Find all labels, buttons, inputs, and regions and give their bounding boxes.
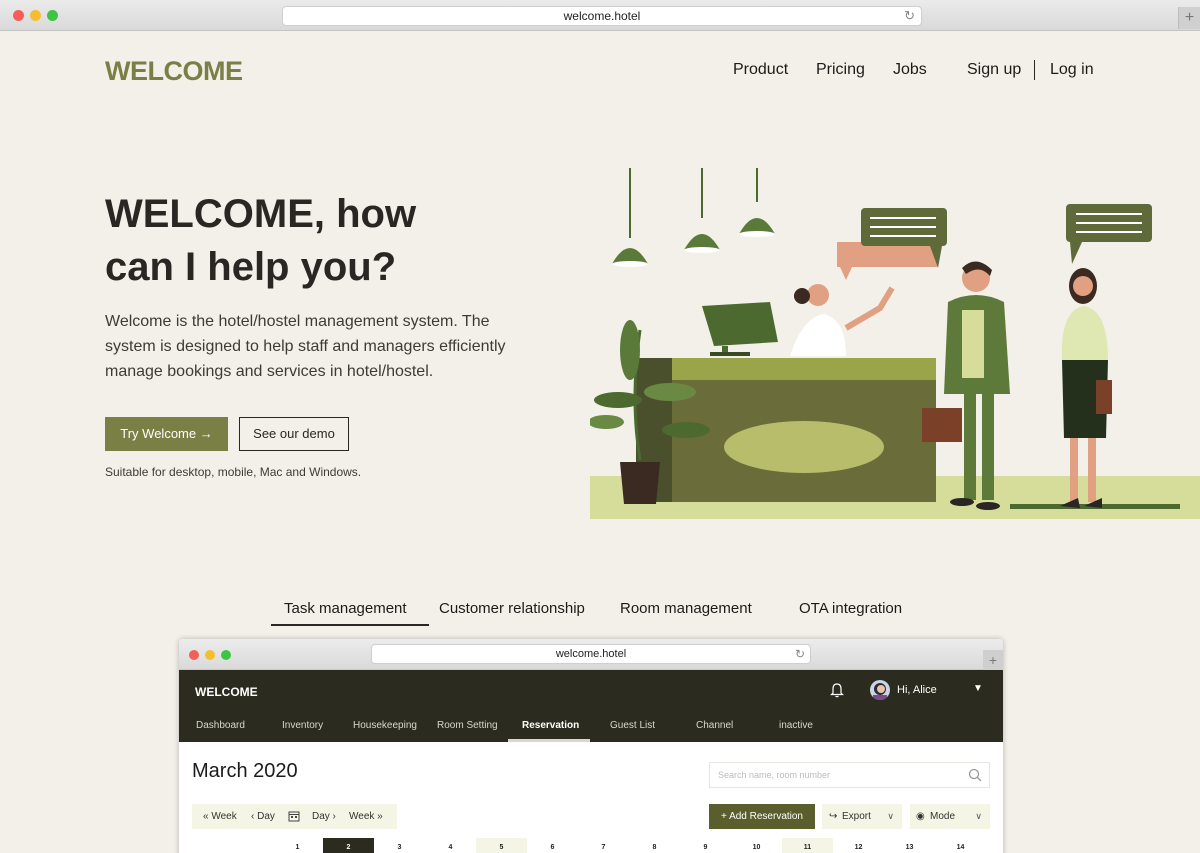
share-icon: ↪	[829, 811, 838, 822]
reload-icon[interactable]: ↻	[904, 7, 915, 25]
tab-dashboard[interactable]: Dashboard	[196, 720, 245, 731]
day-cell[interactable]: 13	[884, 838, 935, 853]
tab-reservation[interactable]: Reservation	[522, 720, 579, 731]
tab-room-setting[interactable]: Room Setting	[437, 720, 498, 731]
day-cell[interactable]: 3	[374, 838, 425, 853]
calendar-navigation: « Week ‹ Day Day › Week »	[192, 804, 397, 829]
zoom-window-button[interactable]	[47, 10, 58, 21]
app-header: WELCOME Hi, Alice ▼ Dashboard Inventory …	[179, 670, 1003, 742]
search-placeholder: Search name, room number	[718, 770, 831, 780]
chevron-down-icon: ∨	[975, 811, 982, 821]
chevron-down-icon: ∨	[887, 811, 894, 821]
day-cell-selected[interactable]: 2	[323, 838, 374, 853]
day-cell[interactable]: 8	[629, 838, 680, 853]
login-link[interactable]: Log in	[1050, 61, 1094, 79]
reservation-search-input[interactable]: Search name, room number	[709, 762, 990, 788]
add-reservation-button[interactable]: + Add Reservation	[709, 804, 815, 829]
day-cell[interactable]: 4	[425, 838, 476, 853]
app-logo[interactable]: WELCOME	[195, 685, 258, 699]
tab-customer-relationship[interactable]: Customer relationship	[439, 600, 585, 617]
nav-jobs[interactable]: Jobs	[893, 61, 927, 79]
speech-bubble-icon	[837, 208, 947, 280]
receptionist-figure	[790, 284, 895, 356]
prev-week-button[interactable]: « Week	[203, 811, 237, 822]
day-cell[interactable]: 6	[527, 838, 578, 853]
signup-link[interactable]: Sign up	[967, 61, 1021, 79]
chevron-down-icon[interactable]: ▼	[973, 683, 983, 694]
address-bar[interactable]: welcome.hotel ↻	[282, 6, 922, 26]
eye-icon: ◉	[916, 811, 925, 822]
see-demo-button[interactable]: See our demo	[239, 417, 349, 451]
tab-channel[interactable]: Channel	[696, 720, 733, 731]
mode-label: Mode	[930, 811, 956, 822]
calendar-icon[interactable]	[288, 810, 300, 822]
preview-browser-toolbar: welcome.hotel ↻ +	[179, 639, 1003, 670]
preview-address-text: welcome.hotel	[555, 648, 627, 660]
tab-inactive[interactable]: inactive	[779, 720, 813, 731]
female-guest-figure	[1060, 268, 1112, 508]
close-window-button[interactable]	[13, 10, 24, 21]
pendant-lamp-icon	[739, 168, 775, 237]
nav-divider	[1034, 60, 1035, 80]
address-text: welcome.hotel	[563, 9, 641, 23]
export-dropdown[interactable]: ↪ Export ∨	[822, 804, 902, 829]
export-label: Export	[842, 811, 871, 822]
calendar-month-title: March 2020	[192, 760, 298, 782]
new-tab-button[interactable]: +	[983, 650, 1003, 670]
day-cell[interactable]: 11	[782, 838, 833, 853]
new-tab-button[interactable]: +	[1178, 7, 1200, 29]
tab-room-management[interactable]: Room management	[620, 600, 752, 617]
day-cell[interactable]: 14	[935, 838, 986, 853]
browser-toolbar: welcome.hotel ↻ +	[0, 0, 1200, 31]
user-greeting[interactable]: Hi, Alice	[897, 684, 937, 696]
day-cell[interactable]: 9	[680, 838, 731, 853]
zoom-window-button[interactable]	[221, 650, 231, 660]
user-avatar[interactable]	[870, 680, 890, 700]
nav-product[interactable]: Product	[733, 61, 788, 79]
platform-note: Suitable for desktop, mobile, Mac and Wi…	[105, 465, 362, 479]
hero-title: WELCOME, how can I help you?	[105, 192, 417, 289]
monitor-icon	[702, 302, 778, 356]
speech-bubble-icon	[1066, 204, 1152, 264]
search-icon[interactable]	[968, 768, 982, 782]
preview-address-bar[interactable]: welcome.hotel ↻	[371, 644, 811, 664]
next-week-button[interactable]: Week »	[349, 811, 383, 822]
tab-housekeeping[interactable]: Housekeeping	[353, 720, 417, 731]
active-tab-indicator	[271, 624, 429, 626]
hotel-reception-illustration	[590, 168, 1200, 519]
reload-icon[interactable]: ↻	[795, 645, 805, 663]
pendant-lamp-icon	[612, 168, 648, 267]
minimize-window-button[interactable]	[30, 10, 41, 21]
day-cell[interactable]: 12	[833, 838, 884, 853]
bell-icon[interactable]	[830, 682, 844, 698]
day-cell[interactable]: 1	[272, 838, 323, 853]
site-logo[interactable]: WELCOME	[105, 56, 243, 87]
try-welcome-button[interactable]: Try Welcome →	[105, 417, 228, 451]
next-day-button[interactable]: Day ›	[312, 811, 336, 822]
day-cell[interactable]: 7	[578, 838, 629, 853]
mode-dropdown[interactable]: ◉ Mode ∨	[910, 804, 990, 829]
room-column-header	[192, 838, 272, 853]
hero-description: Welcome is the hotel/hostel management s…	[105, 313, 506, 380]
tab-guest-list[interactable]: Guest List	[610, 720, 655, 731]
minimize-window-button[interactable]	[205, 650, 215, 660]
calendar-day-header: 1 2 3 4 5 6 7 8 9 10 11 12 13 14	[192, 838, 990, 853]
close-window-button[interactable]	[189, 650, 199, 660]
tab-ota-integration[interactable]: OTA integration	[799, 600, 902, 617]
pendant-lamp-icon	[684, 168, 720, 253]
day-cell[interactable]: 10	[731, 838, 782, 853]
tab-task-management[interactable]: Task management	[284, 600, 407, 617]
avatar-image	[873, 683, 887, 700]
active-app-tab-indicator	[508, 739, 590, 742]
prev-day-button[interactable]: ‹ Day	[251, 811, 275, 822]
tab-inventory[interactable]: Inventory	[282, 720, 323, 731]
day-cell[interactable]: 5	[476, 838, 527, 853]
app-preview-window: welcome.hotel ↻ + WELCOME Hi, Alice ▼ Da…	[179, 639, 1003, 853]
nav-pricing[interactable]: Pricing	[816, 61, 865, 79]
